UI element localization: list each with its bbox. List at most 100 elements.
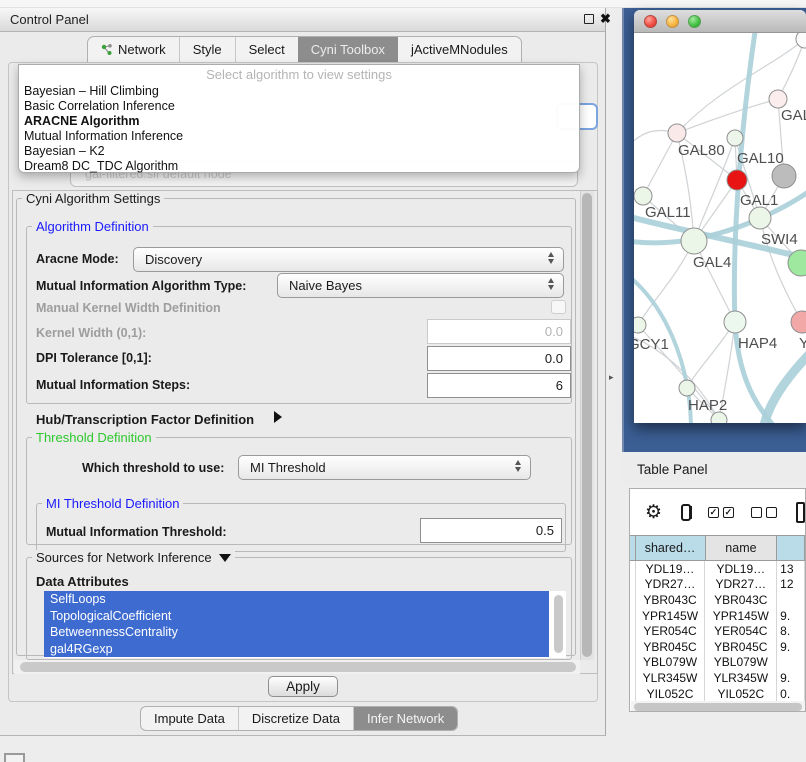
which-threshold-label: Which threshold to use: [82,461,224,475]
algorithm-dropdown-prompt: Select algorithm to view settings [19,65,579,84]
mi-threshold-value: 0.5 [536,523,554,538]
settings-hscrollbar-thumb[interactable] [20,662,576,672]
mi-type-combo[interactable]: Naive Bayes [277,273,564,298]
graph-node[interactable] [668,124,686,142]
graph-node[interactable] [634,187,652,205]
graph-edge[interactable] [643,133,677,196]
graph-node-label: GAL7 [781,107,806,124]
data-attributes-list[interactable]: SelfLoopsTopologicalCoefficientBetweenne… [44,591,566,658]
bottom-tab-impute-data[interactable]: Impute Data [141,707,238,730]
network-canvas[interactable]: GAL80GAL10GAL7GAL11GAL1SWI4GAL4GCY1HAP4Y… [634,33,806,423]
graph-node[interactable] [791,311,806,333]
aracne-mode-combo[interactable]: Discovery [133,247,564,272]
close-traffic-light-icon[interactable] [644,15,657,28]
list-scrollbar[interactable] [554,595,563,653]
table-hscrollbar-thumb[interactable] [634,703,802,711]
network-window-titlebar[interactable] [634,10,806,33]
graph-edge[interactable] [687,322,735,388]
mi-threshold-group-title: MI Threshold Definition [42,496,183,511]
algorithm-option[interactable]: Bayesian – K2 [19,144,579,159]
graph-node[interactable] [772,164,796,188]
algorithm-option[interactable]: Mutual Information Inference [19,129,579,144]
table-row[interactable]: YER054CYER054C8. [630,623,805,639]
settings-vscrollbar-thumb[interactable] [582,193,592,657]
control-panel-titlebar[interactable]: Control Panel ✖ [0,8,606,32]
columns-icon[interactable] [681,504,691,521]
table-row[interactable]: YBL079WYBL079W [630,655,805,671]
mi-threshold-input[interactable]: 0.5 [420,518,562,543]
expand-arrow-icon[interactable] [274,410,282,428]
tab-label: Network [118,42,166,57]
splitter-arrow-icon[interactable]: ▸ [609,372,614,383]
bottom-tab-discretize-data[interactable]: Discretize Data [238,707,353,730]
graph-edge-thick[interactable] [762,343,806,423]
apply-button[interactable]: Apply [268,676,338,697]
column-header-shared[interactable]: shared… [636,536,706,560]
table-row[interactable]: YBR043CYBR043C [630,592,805,608]
minimize-traffic-light-icon[interactable] [666,15,679,28]
tab-style[interactable]: Style [179,37,235,62]
tab-select[interactable]: Select [235,37,298,62]
restore-icon[interactable] [584,14,594,24]
graph-node[interactable] [634,317,646,333]
graph-node[interactable] [796,33,806,48]
manual-kernel-checkbox[interactable] [551,300,566,314]
document-icon[interactable] [796,502,805,523]
algorithm-option[interactable]: Bayesian – Hill Climbing [19,84,579,99]
cyni-settings-group-title: Cyni Algorithm Settings [22,191,164,206]
mi-steps-input[interactable]: 6 [427,373,571,398]
table-panel-titlebar[interactable]: Table Panel [622,452,806,486]
collapse-arrow-icon[interactable] [219,550,231,565]
attribute-item[interactable]: BetweennessCentrality [44,624,549,641]
table-row[interactable]: YDR27…YDR27…12 [630,577,805,593]
table-cell: YDL19… [636,561,706,577]
attribute-item[interactable]: gal4RGexp [44,641,549,658]
tab-cyni-toolbox[interactable]: Cyni Toolbox [298,37,398,62]
table-cell: 13 [777,561,805,577]
algorithm-option[interactable]: Basic Correlation Inference [19,99,579,114]
tab-network[interactable]: Network [88,37,179,62]
algorithm-definition-title: Algorithm Definition [32,219,153,234]
graph-node[interactable] [727,170,747,190]
graph-node[interactable] [679,380,695,396]
graph-edge[interactable] [778,39,805,99]
gear-icon[interactable]: ⚙ [645,501,662,524]
graph-node[interactable] [769,90,787,108]
dpi-tolerance-input[interactable]: 0.0 [427,346,571,371]
graph-node-label: GCY1 [634,336,669,353]
table-cell: YBR045C [636,639,706,655]
which-threshold-combo[interactable]: MI Threshold [238,455,531,480]
zoom-traffic-light-icon[interactable] [688,15,701,28]
table-row[interactable]: YBR045CYBR045C9. [630,639,805,655]
algorithm-option[interactable]: ARACNE Algorithm [19,114,579,129]
attribute-item[interactable]: TopologicalCoefficient [44,608,549,625]
sources-group-title: Sources for Network Inference [32,550,235,565]
graph-edge[interactable] [677,99,778,133]
bottom-tab-infer-network[interactable]: Infer Network [353,707,457,730]
network-view-window[interactable]: GAL80GAL10GAL7GAL11GAL1SWI4GAL4GCY1HAP4Y… [634,10,806,423]
graph-node[interactable] [727,130,743,146]
table-row[interactable]: YIL052CYIL052C0. [630,686,805,701]
checked-pair-icon[interactable]: ✓✓ [708,507,734,518]
table-row[interactable]: YDL19…YDL19…13 [630,561,805,577]
column-header[interactable] [777,536,805,560]
kernel-width-input[interactable]: 0.0 [427,319,571,344]
graph-edge[interactable] [638,241,694,325]
graph-node[interactable] [724,311,746,333]
table-row[interactable]: YPR145WYPR145W9. [630,608,805,624]
attribute-item[interactable]: SelfLoops [44,591,549,608]
corner-widget-icon[interactable] [4,753,25,762]
graph-node[interactable] [681,228,707,254]
aracne-mode-value: Discovery [145,252,202,267]
column-header-name[interactable]: name [706,536,778,560]
graph-node[interactable] [749,207,771,229]
table-hscrollbar[interactable] [631,701,805,712]
tab-jactivemnodules[interactable]: jActiveMNodules [398,37,521,62]
table-row[interactable]: YLR345WYLR345W9. [630,670,805,686]
kernel-width-value: 0.0 [545,324,563,339]
graph-node-label: GAL11 [645,204,691,221]
table-cell: YER054C [636,623,706,639]
close-icon[interactable]: ✖ [600,11,611,27]
algorithm-option[interactable]: Dream8 DC_TDC Algorithm [19,159,579,174]
unchecked-pair-icon[interactable] [751,507,777,518]
